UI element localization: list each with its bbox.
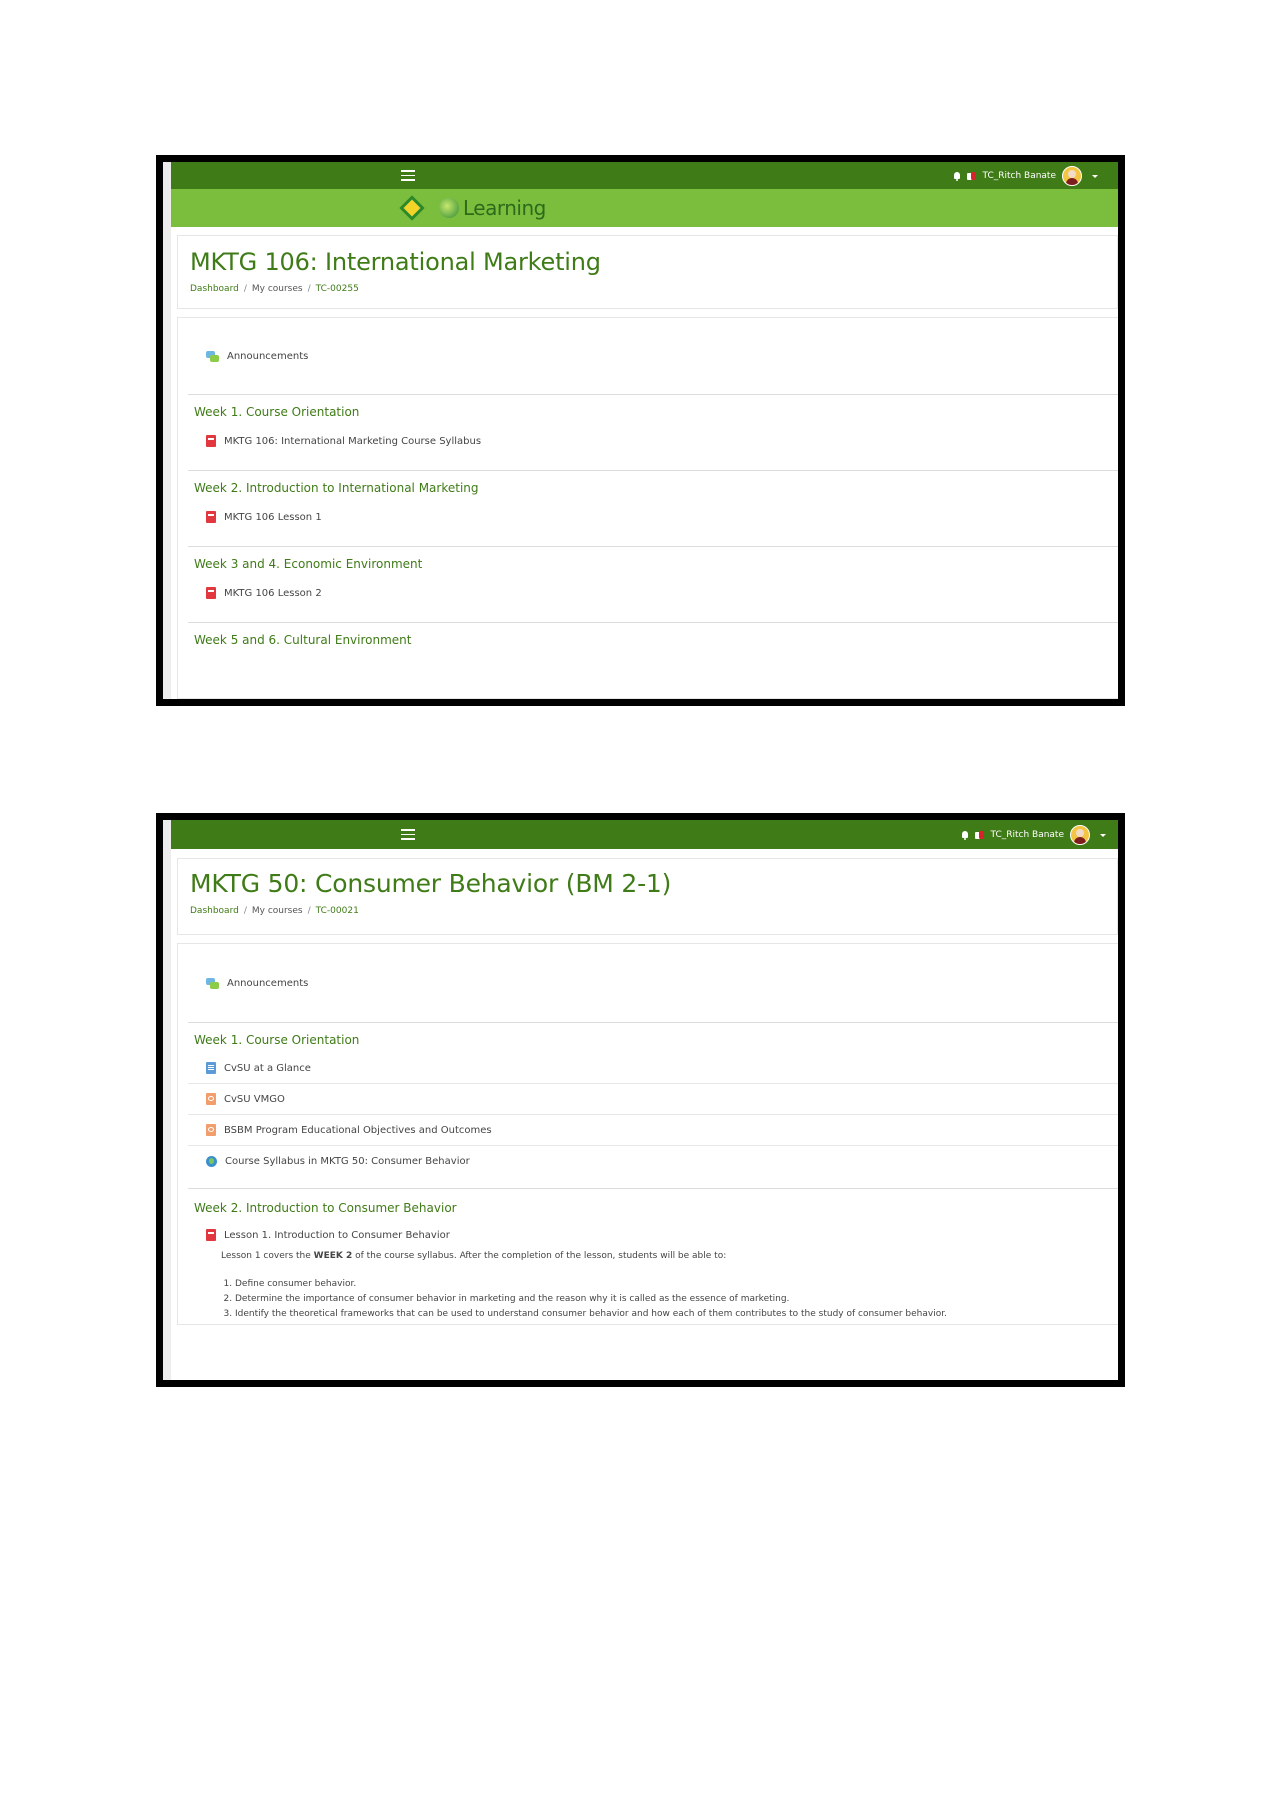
breadcrumb-separator: / [243, 284, 247, 294]
section-title[interactable]: Week 2. Introduction to International Ma… [188, 471, 1118, 495]
objective-item: Define consumer behavior. [235, 1279, 1118, 1289]
announcements-link[interactable]: Announcements [227, 351, 308, 362]
activity-item[interactable]: Lesson 1. Introduction to Consumer Behav… [188, 1229, 1118, 1241]
activity-label[interactable]: MKTG 106 Lesson 1 [224, 512, 322, 523]
page-frame: TC_Ritch Banate MKTG 50: Consumer Behavi… [163, 820, 1118, 1380]
activity-label[interactable]: BSBM Program Educational Objectives and … [224, 1125, 492, 1136]
brand-bar: Learning [171, 189, 1118, 227]
activity-list: CvSU at a Glance CvSU VMGO BSBM Program … [188, 1053, 1118, 1176]
messages-icon[interactable] [975, 830, 985, 840]
activity-item[interactable]: BSBM Program Educational Objectives and … [188, 1115, 1118, 1146]
activity-label[interactable]: Lesson 1. Introduction to Consumer Behav… [224, 1230, 450, 1241]
logo-text: Learning [463, 196, 546, 220]
breadcrumb: Dashboard / My courses / TC-00255 [190, 284, 1105, 294]
url-icon [206, 1155, 217, 1167]
breadcrumb-course[interactable]: TC-00021 [316, 906, 359, 916]
presentation-file-icon [206, 1093, 216, 1105]
lesson-intro: Lesson 1 covers the WEEK 2 of the course… [221, 1251, 1118, 1261]
course-header: MKTG 50: Consumer Behavior (BM 2-1) Dash… [177, 858, 1118, 935]
navbar: TC_Ritch Banate [171, 162, 1118, 189]
chevron-down-icon[interactable] [1092, 174, 1098, 178]
breadcrumb-separator: / [307, 284, 311, 294]
globe-logo-icon [439, 198, 459, 218]
course-content: Announcements Week 1. Course Orientation… [177, 943, 1118, 1325]
activity-item[interactable]: MKTG 106 Lesson 1 [188, 511, 1118, 523]
breadcrumb-my-courses[interactable]: My courses [252, 284, 303, 294]
site-logo[interactable]: Learning [399, 193, 546, 223]
pdf-file-icon [206, 435, 216, 447]
pdf-file-icon [206, 587, 216, 599]
activity-item[interactable]: MKTG 106: International Marketing Course… [188, 435, 1118, 447]
objective-item: Determine the importance of consumer beh… [235, 1294, 1118, 1304]
announcements-link[interactable]: Announcements [227, 978, 308, 989]
activity-label[interactable]: Course Syllabus in MKTG 50: Consumer Beh… [225, 1156, 470, 1167]
breadcrumb-separator: / [307, 906, 311, 916]
pdf-file-icon [206, 511, 216, 523]
section-week-3-4: Week 3 and 4. Economic Environment MKTG … [188, 547, 1118, 623]
forum-icon [206, 977, 219, 989]
screenshot-consumer-behavior: TC_Ritch Banate MKTG 50: Consumer Behavi… [156, 813, 1125, 1387]
user-name[interactable]: TC_Ritch Banate [990, 830, 1064, 840]
course-header: MKTG 106: International Marketing Dashbo… [177, 235, 1118, 309]
activity-item[interactable]: CvSU VMGO [188, 1084, 1118, 1115]
announcements-row[interactable]: Announcements [188, 944, 1118, 1023]
intro-text: of the course syllabus. After the comple… [352, 1251, 727, 1261]
section-title[interactable]: Week 1. Course Orientation [188, 395, 1118, 419]
avatar[interactable] [1070, 825, 1090, 845]
activity-label[interactable]: CvSU at a Glance [224, 1063, 311, 1074]
breadcrumb-my-courses[interactable]: My courses [252, 906, 303, 916]
menu-toggle-icon[interactable] [401, 170, 415, 181]
breadcrumb: Dashboard / My courses / TC-00021 [190, 906, 1105, 916]
notification-bell-icon[interactable] [961, 830, 969, 840]
activity-label[interactable]: CvSU VMGO [224, 1094, 285, 1105]
activity-item[interactable]: CvSU at a Glance [188, 1053, 1118, 1084]
objectives-list: Define consumer behavior. Determine the … [221, 1279, 1118, 1319]
page-title: MKTG 50: Consumer Behavior (BM 2-1) [190, 869, 672, 898]
course-content: Announcements Week 1. Course Orientation… [177, 317, 1118, 699]
breadcrumb-separator: / [243, 906, 247, 916]
navbar: TC_Ritch Banate [171, 820, 1118, 849]
page-title: MKTG 106: International Marketing [190, 248, 601, 276]
objective-item: Identify the theoretical frameworks that… [235, 1309, 1118, 1319]
avatar[interactable] [1062, 166, 1082, 186]
section-title[interactable]: Week 5 and 6. Cultural Environment [188, 623, 1118, 647]
page-icon [206, 1062, 216, 1074]
intro-text: Lesson 1 covers the [221, 1251, 314, 1261]
screenshot-international-marketing: TC_Ritch Banate Learning MKTG 106: Inter… [156, 155, 1125, 706]
activity-label[interactable]: MKTG 106: International Marketing Course… [224, 436, 481, 447]
pdf-file-icon [206, 1229, 216, 1241]
presentation-file-icon [206, 1124, 216, 1136]
section-week-2: Week 2. Introduction to International Ma… [188, 471, 1118, 547]
section-week-1: Week 1. Course Orientation MKTG 106: Int… [188, 395, 1118, 471]
section-title[interactable]: Week 3 and 4. Economic Environment [188, 547, 1118, 571]
activity-item[interactable]: Course Syllabus in MKTG 50: Consumer Beh… [188, 1146, 1118, 1176]
forum-icon [206, 350, 219, 362]
menu-toggle-icon[interactable] [401, 829, 415, 840]
user-name[interactable]: TC_Ritch Banate [982, 171, 1056, 181]
messages-icon[interactable] [967, 171, 977, 181]
breadcrumb-course[interactable]: TC-00255 [316, 284, 359, 294]
activity-description: Lesson 1 covers the WEEK 2 of the course… [188, 1251, 1118, 1319]
section-title[interactable]: Week 1. Course Orientation [188, 1023, 1118, 1053]
notification-bell-icon[interactable] [953, 171, 961, 181]
user-menu: TC_Ritch Banate [953, 166, 1098, 186]
chevron-down-icon[interactable] [1100, 833, 1106, 837]
page-frame: TC_Ritch Banate Learning MKTG 106: Inter… [163, 162, 1118, 699]
breadcrumb-dashboard[interactable]: Dashboard [190, 284, 239, 294]
user-menu: TC_Ritch Banate [961, 825, 1106, 845]
section-title[interactable]: Week 2. Introduction to Consumer Behavio… [188, 1189, 1118, 1229]
section-week-5-6: Week 5 and 6. Cultural Environment [188, 623, 1118, 698]
section-week-1: Week 1. Course Orientation CvSU at a Gla… [188, 1023, 1118, 1189]
intro-bold: WEEK 2 [313, 1251, 353, 1261]
breadcrumb-dashboard[interactable]: Dashboard [190, 906, 239, 916]
activity-item[interactable]: MKTG 106 Lesson 2 [188, 587, 1118, 599]
section-week-2: Week 2. Introduction to Consumer Behavio… [188, 1189, 1118, 1319]
announcements-row[interactable]: Announcements [188, 318, 1118, 395]
university-seal-icon [399, 195, 425, 221]
activity-label[interactable]: MKTG 106 Lesson 2 [224, 588, 322, 599]
